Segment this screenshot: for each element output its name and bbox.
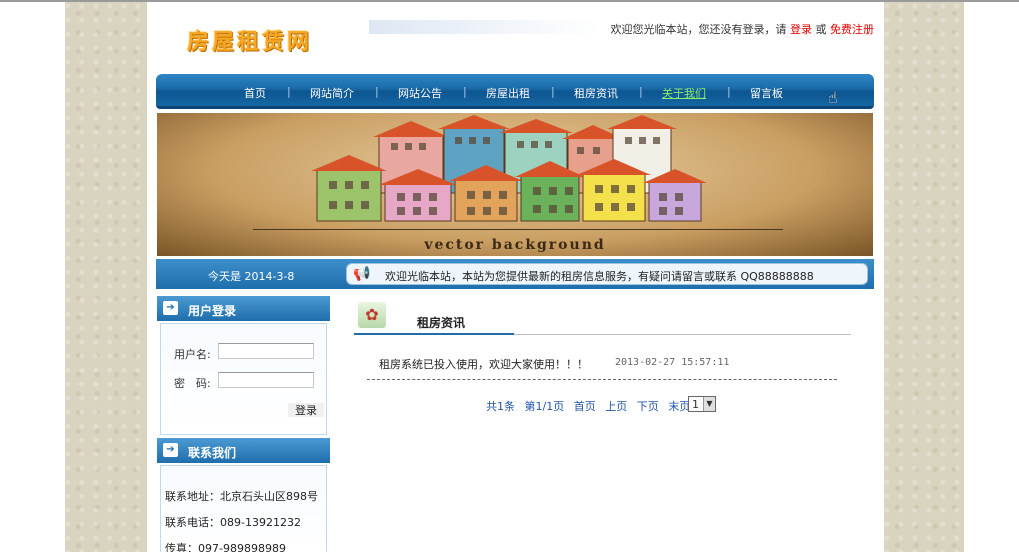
contact-panel-label: 联系我们 — [188, 446, 237, 460]
logo-decoration — [369, 20, 599, 34]
date-bar: 今天是 2014-3-8 📢 欢迎光临本站，本站为您提供最新的租房信息服务，有疑… — [156, 259, 874, 289]
nav-separator: | — [463, 85, 467, 98]
right-background — [884, 2, 964, 552]
username-label: 用户名: — [174, 348, 211, 361]
login-panel-body: 用户名: 密 码: 登录 — [160, 323, 327, 435]
nav-separator: | — [551, 85, 555, 98]
nav-item-message-board[interactable]: 留言板 — [750, 85, 783, 101]
nav-item-announcements[interactable]: 网站公告 — [398, 85, 442, 101]
houses-illustration — [311, 115, 707, 222]
news-icon: ✿ — [358, 302, 386, 328]
login-panel-title: ➔ 用户登录 — [157, 296, 330, 321]
login-link[interactable]: 登录 — [790, 23, 812, 36]
news-item-title[interactable]: 租房系统已投入使用，欢迎大家使用！！！ — [379, 356, 588, 372]
username-input[interactable] — [218, 343, 314, 359]
contact-phone: 联系电话：089-13921232 — [165, 516, 301, 529]
banner-caption: vector background — [424, 237, 606, 253]
pager-prev[interactable]: 上页 — [605, 400, 627, 413]
welcome-prefix: 欢迎您光临本站，您还没有登录，请 — [610, 23, 787, 36]
pager-next[interactable]: 下页 — [637, 400, 659, 413]
notice-marquee: 📢 欢迎光临本站，本站为您提供最新的租房信息服务，有疑问请留言或联系 QQ888… — [346, 263, 868, 285]
arrow-right-icon: ➔ — [163, 301, 178, 315]
news-divider — [367, 379, 837, 380]
page: 房屋租赁网 欢迎您光临本站，您还没有登录，请 登录 或 免费注册 首页 | 网站… — [147, 2, 884, 552]
nav-separator: | — [727, 85, 731, 98]
left-background — [65, 2, 147, 552]
arrow-right-icon: ➔ — [163, 443, 178, 457]
banner-image: vector background — [157, 113, 873, 256]
welcome-message: 欢迎您光临本站，您还没有登录，请 登录 或 免费注册 — [611, 21, 875, 37]
site-logo[interactable]: 房屋租赁网 — [187, 24, 312, 56]
section-rule — [514, 334, 851, 335]
or-text: 或 — [815, 23, 827, 36]
nav-item-about-us[interactable]: 关于我们 — [662, 85, 706, 101]
nav-item-home[interactable]: 首页 — [244, 85, 266, 101]
nav-separator: | — [287, 85, 291, 98]
password-input[interactable] — [218, 372, 314, 388]
nav-separator: | — [639, 85, 643, 98]
login-panel-label: 用户登录 — [188, 304, 237, 318]
page-select[interactable]: 1 ▼ — [688, 396, 716, 412]
pager-page-info: 第1/1页 — [524, 400, 565, 413]
chevron-down-icon[interactable]: ▼ — [703, 397, 715, 411]
login-button[interactable]: 登录 — [287, 402, 325, 418]
news-item-time: 2013-02-27 15:57:11 — [615, 357, 730, 368]
contact-panel-title: ➔ 联系我们 — [157, 438, 330, 463]
nav-item-about-site[interactable]: 网站简介 — [310, 85, 354, 101]
notice-text: 欢迎光临本站，本站为您提供最新的租房信息服务，有疑问请留言或联系 QQ88888… — [385, 270, 814, 283]
today-date: 今天是 2014-3-8 — [208, 270, 295, 283]
nav-item-rentals[interactable]: 房屋出租 — [486, 85, 530, 101]
contact-address: 联系地址：北京石头山区898号 — [165, 490, 318, 503]
section-title: 租房资讯 — [417, 316, 466, 330]
banner-divider — [253, 229, 783, 230]
section-underline — [354, 333, 514, 335]
pagination: 共1条 第1/1页 首页 上页 下页 末页 — [486, 398, 696, 414]
pager-first[interactable]: 首页 — [574, 400, 596, 413]
register-link[interactable]: 免费注册 — [830, 23, 874, 36]
contact-panel-body: 联系地址：北京石头山区898号 联系电话：089-13921232 传真：097… — [160, 465, 327, 552]
nav-item-rental-news[interactable]: 租房资讯 — [574, 85, 618, 101]
section-header: ✿ 租房资讯 — [354, 302, 851, 338]
pager-total: 共1条 — [486, 400, 515, 413]
password-label: 密 码: — [174, 377, 211, 390]
pager-last[interactable]: 末页 — [668, 400, 690, 413]
nav-separator: | — [375, 85, 379, 98]
contact-fax: 传真：097-989898989 — [165, 542, 286, 552]
page-select-value: 1 — [692, 398, 699, 411]
hand-cursor-icon: ☝ — [828, 88, 838, 107]
main-nav: 首页 | 网站简介 | 网站公告 | 房屋出租 | 租房资讯 | 关于我们 | … — [156, 74, 874, 109]
megaphone-icon: 📢 — [353, 266, 371, 282]
